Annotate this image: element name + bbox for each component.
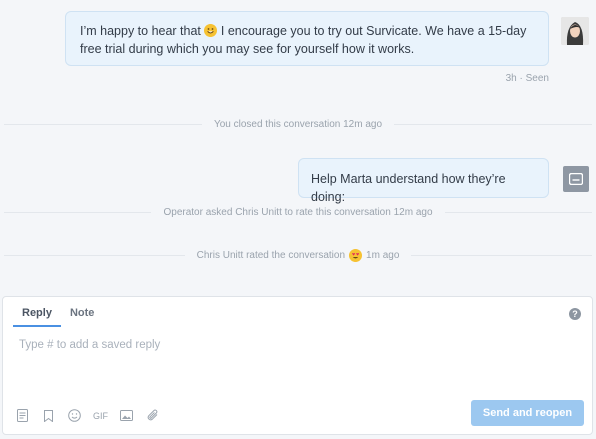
composer-toolbar: GIF — [16, 409, 159, 422]
paperclip-icon[interactable] — [146, 409, 159, 422]
reply-input[interactable]: Type # to add a saved reply — [19, 339, 160, 351]
event-rated: Chris Unitt rated the conversation 1m ag… — [0, 248, 596, 262]
event-time: 1m ago — [366, 249, 400, 261]
operator-message-bubble: I’m happy to hear that I encourage you t… — [65, 11, 549, 66]
help-icon[interactable]: ? — [569, 308, 581, 320]
event-rate-request: Operator asked Chris Unitt to rate this … — [0, 205, 596, 219]
heart-eyes-emoji-icon — [349, 248, 363, 262]
gif-button[interactable]: GIF — [93, 409, 108, 422]
document-icon[interactable] — [16, 409, 29, 422]
divider — [4, 211, 152, 213]
smile-icon[interactable] — [68, 409, 81, 422]
message-text: Help Marta understand how they’re doing: — [311, 172, 506, 204]
divider — [394, 123, 593, 125]
bot-avatar — [563, 166, 589, 192]
message-status: 3h · Seen — [505, 73, 549, 84]
send-and-reopen-button[interactable]: Send and reopen — [471, 400, 584, 426]
smile-emoji-icon — [204, 24, 218, 37]
user-avatar[interactable] — [561, 17, 589, 45]
message-text: I’m happy to hear that — [80, 24, 201, 38]
event-text: Chris Unitt rated the conversation — [196, 249, 346, 261]
image-icon[interactable] — [120, 409, 133, 422]
divider — [411, 254, 593, 256]
composer-tabs: Reply Note — [13, 297, 103, 327]
event-text: You closed this conversation 12m ago — [213, 118, 383, 130]
bot-message-bubble: Help Marta understand how they’re doing: — [298, 158, 549, 204]
reply-composer: Reply Note ? Type # to add a saved reply… — [2, 296, 593, 435]
divider — [4, 254, 185, 256]
event-closed: You closed this conversation 12m ago — [0, 117, 596, 131]
tab-note[interactable]: Note — [61, 297, 103, 327]
divider — [444, 211, 592, 213]
bookmark-icon[interactable] — [42, 409, 55, 422]
tab-reply[interactable]: Reply — [13, 297, 61, 327]
message-icon — [569, 173, 583, 185]
event-text: Operator asked Chris Unitt to rate this … — [163, 206, 433, 218]
divider — [4, 123, 202, 125]
